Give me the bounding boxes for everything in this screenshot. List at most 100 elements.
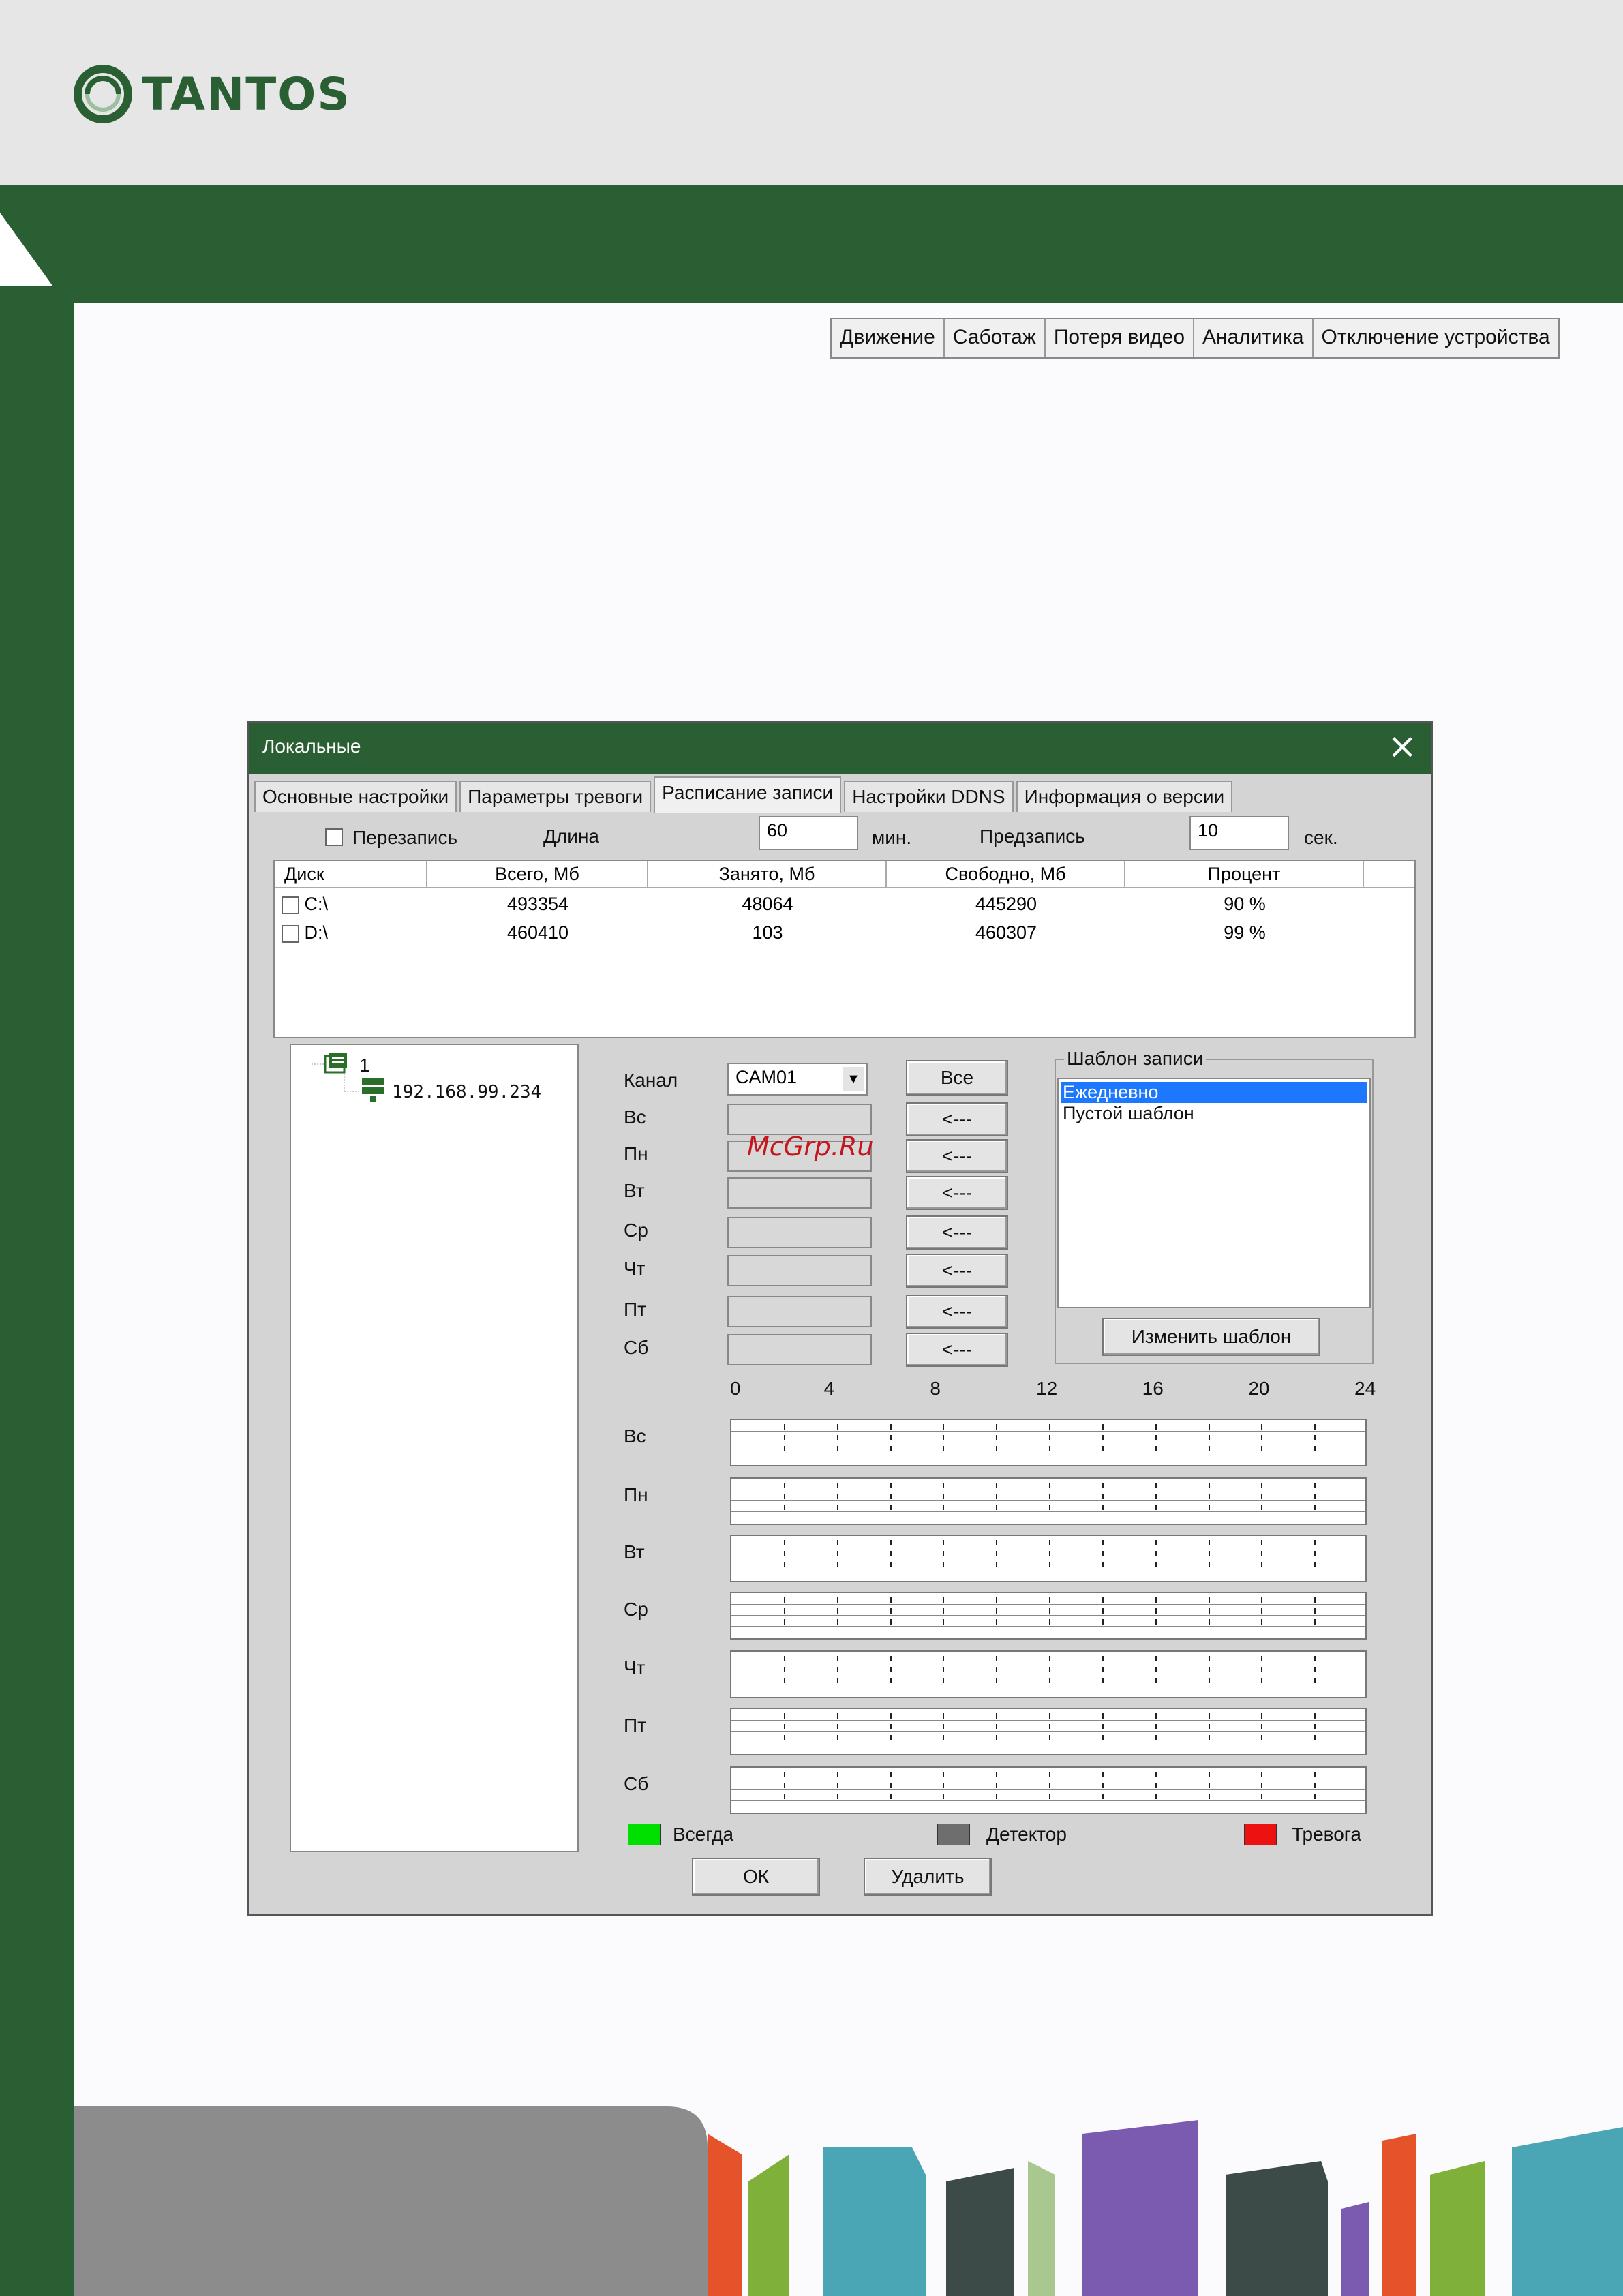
ok-button[interactable]: ОК [692,1858,820,1896]
copy-template-button[interactable]: <--- [906,1102,1008,1136]
tree-root-label[interactable]: 1 [359,1055,370,1076]
prerecord-input[interactable]: 10 [1189,816,1289,850]
grid-tick [890,1678,892,1683]
grid-tick [1049,1772,1050,1777]
schedule-grid[interactable] [730,1477,1367,1525]
grid-tick [1314,1446,1316,1451]
day-template-field[interactable] [727,1217,872,1248]
chevron-down-icon[interactable]: ▼ [843,1067,864,1091]
day-template-field[interactable] [727,1334,872,1365]
prerecord-unit: сек. [1304,827,1338,848]
grid-tick [1314,1794,1316,1799]
grid-tick [1049,1724,1050,1729]
template-item-selected[interactable]: Ежедневно [1061,1082,1367,1103]
length-input[interactable]: 60 [759,816,858,850]
grid-tick [783,1597,785,1603]
copy-template-button[interactable]: <--- [906,1333,1008,1367]
grid-tick [890,1424,892,1430]
select-all-button[interactable]: Все [906,1060,1008,1096]
table-row[interactable]: C:\ 493354 48064 445290 90 % [275,891,1414,920]
schedule-grid[interactable] [730,1766,1367,1814]
grid-tick [890,1551,892,1556]
grid-tick [1261,1678,1263,1683]
grid-tick [943,1724,945,1729]
grid-tick [783,1735,785,1740]
grid-tick [1049,1424,1050,1430]
day-template-field[interactable] [727,1177,872,1209]
grid-tick [836,1608,838,1614]
day-template-field[interactable] [727,1104,872,1135]
tab-alarm-params[interactable]: Параметры тревоги [459,781,652,812]
grid-tick [1155,1562,1157,1567]
logo-text: TANTOS [142,67,351,121]
grid-tick [1208,1772,1210,1777]
template-item[interactable]: Пустой шаблон [1061,1103,1367,1124]
grid-tick [890,1505,892,1510]
grid-tick [943,1678,945,1683]
copy-template-button[interactable]: <--- [906,1295,1008,1329]
grid-tick [1314,1424,1316,1430]
edit-template-button[interactable]: Изменить шаблон [1102,1318,1320,1356]
col-disk[interactable]: Диск [275,861,427,887]
tab-analytics[interactable]: Аналитика [1194,319,1314,357]
tab-basic-settings[interactable]: Основные настройки [254,781,457,812]
schedule-day-label: Вт [624,1541,645,1562]
grid-tick [1102,1735,1104,1740]
disk-free: 460307 [975,922,1037,943]
tab-video-loss[interactable]: Потеря видео [1046,319,1195,357]
tree-device-label[interactable]: 192.168.99.234 [392,1082,541,1102]
server-group-icon[interactable] [324,1053,348,1075]
schedule-grid[interactable] [730,1592,1367,1640]
grid-tick [1261,1772,1263,1777]
day-template-field[interactable] [727,1255,872,1286]
grid-tick [1314,1667,1316,1672]
col-percent[interactable]: Процент [1125,861,1364,887]
schedule-grid[interactable] [730,1535,1367,1582]
dvr-device-icon[interactable] [361,1076,385,1104]
disk-c-checkbox[interactable] [282,896,299,914]
copy-template-button[interactable]: <--- [906,1176,1008,1210]
delete-button[interactable]: Удалить [864,1858,992,1896]
grid-tick [836,1540,838,1545]
schedule-grid[interactable] [730,1650,1367,1698]
grid-tick [1049,1783,1050,1788]
schedule-day-label: Ср [624,1599,648,1620]
tab-sabotage[interactable]: Саботаж [945,319,1046,357]
disk-free: 445290 [975,894,1037,914]
table-row[interactable]: D:\ 460410 103 460307 99 % [275,920,1414,948]
copy-template-button[interactable]: <--- [906,1139,1008,1173]
brand-logo: TANTOS [74,60,351,128]
schedule-grid[interactable] [730,1708,1367,1755]
tab-version-info[interactable]: Информация о версии [1016,781,1233,812]
grid-tick [1314,1494,1316,1499]
grid-tick [1208,1619,1210,1625]
copy-template-button[interactable]: <--- [906,1254,1008,1288]
grid-tick [1102,1713,1104,1719]
disk-d-checkbox[interactable] [282,924,299,943]
day-label: Пт [624,1299,646,1320]
grid-tick [836,1656,838,1661]
grid-tick [1208,1678,1210,1683]
disk-total: 493354 [506,894,569,914]
grid-tick [1208,1713,1210,1719]
day-template-field[interactable] [727,1296,872,1327]
overwrite-checkbox[interactable] [325,828,343,846]
grid-tick [943,1735,945,1740]
legend-always-label: Всегда [673,1824,734,1845]
tab-device-disconnect[interactable]: Отключение устройства [1314,319,1558,357]
tab-ddns-settings[interactable]: Настройки DDNS [844,781,1014,812]
copy-template-button[interactable]: <--- [906,1215,1008,1250]
col-total[interactable]: Всего, Мб [427,861,648,887]
grid-tick [996,1678,998,1683]
close-icon[interactable]: × [1387,729,1417,764]
grid-tick [1102,1435,1104,1440]
grid-tick [943,1772,945,1777]
grid-tick [1049,1562,1050,1567]
schedule-grid[interactable] [730,1419,1367,1466]
disk-used: 103 [752,922,783,943]
channel-select[interactable]: CAM01 ▼ [727,1063,868,1096]
col-used[interactable]: Занято, Мб [648,861,887,887]
tab-record-schedule[interactable]: Расписание записи [654,776,842,813]
tab-motion[interactable]: Движение [832,319,945,357]
col-free[interactable]: Свободно, Мб [887,861,1125,887]
